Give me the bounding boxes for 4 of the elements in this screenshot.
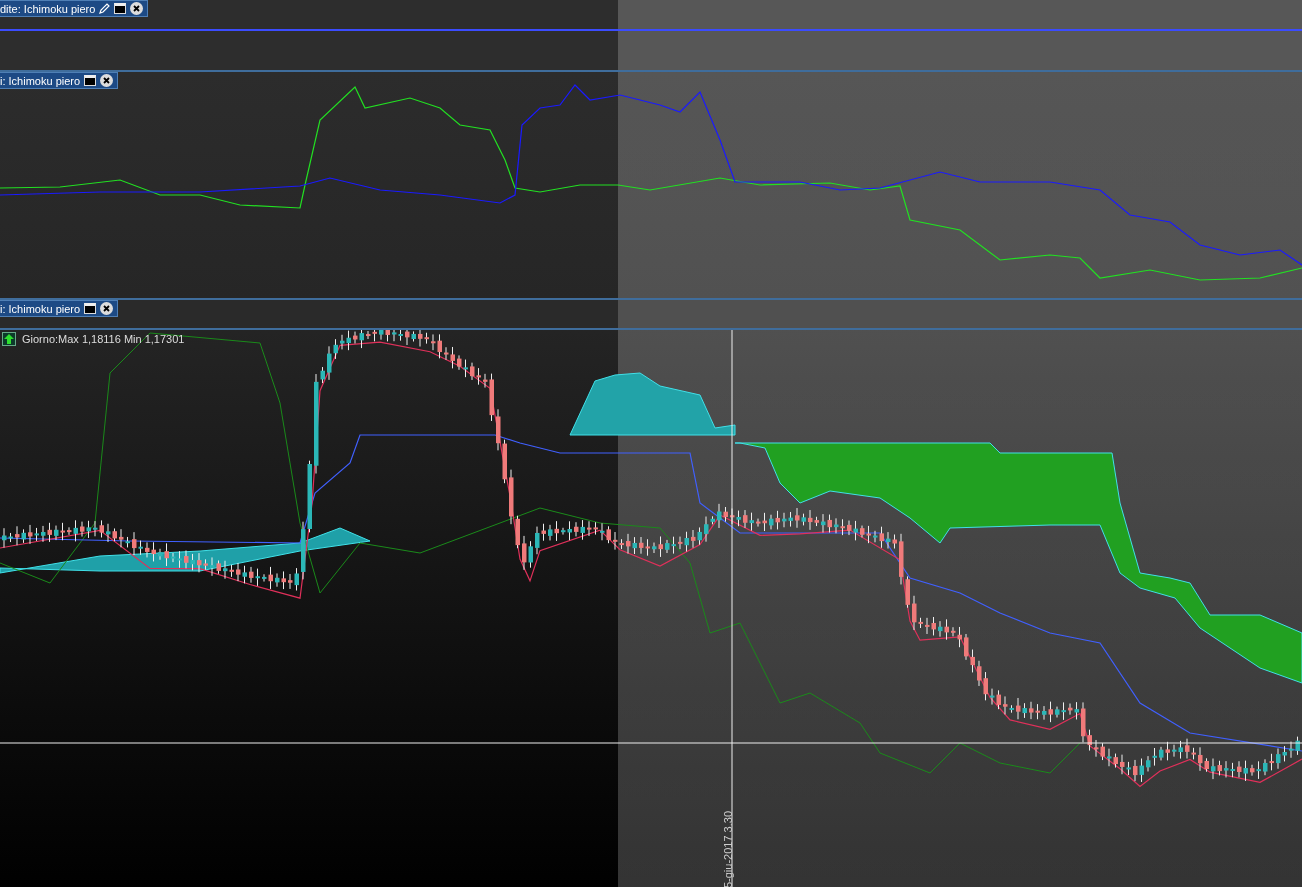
indicator-title: i: Ichimoku piero (0, 302, 81, 315)
price-legend: Giorno:Max 1,18116 Min 1,17301 (22, 333, 185, 345)
indicator-title: i: Ichimoku piero (0, 74, 81, 87)
indicator-title: dite: Ichimoku piero (0, 2, 96, 15)
